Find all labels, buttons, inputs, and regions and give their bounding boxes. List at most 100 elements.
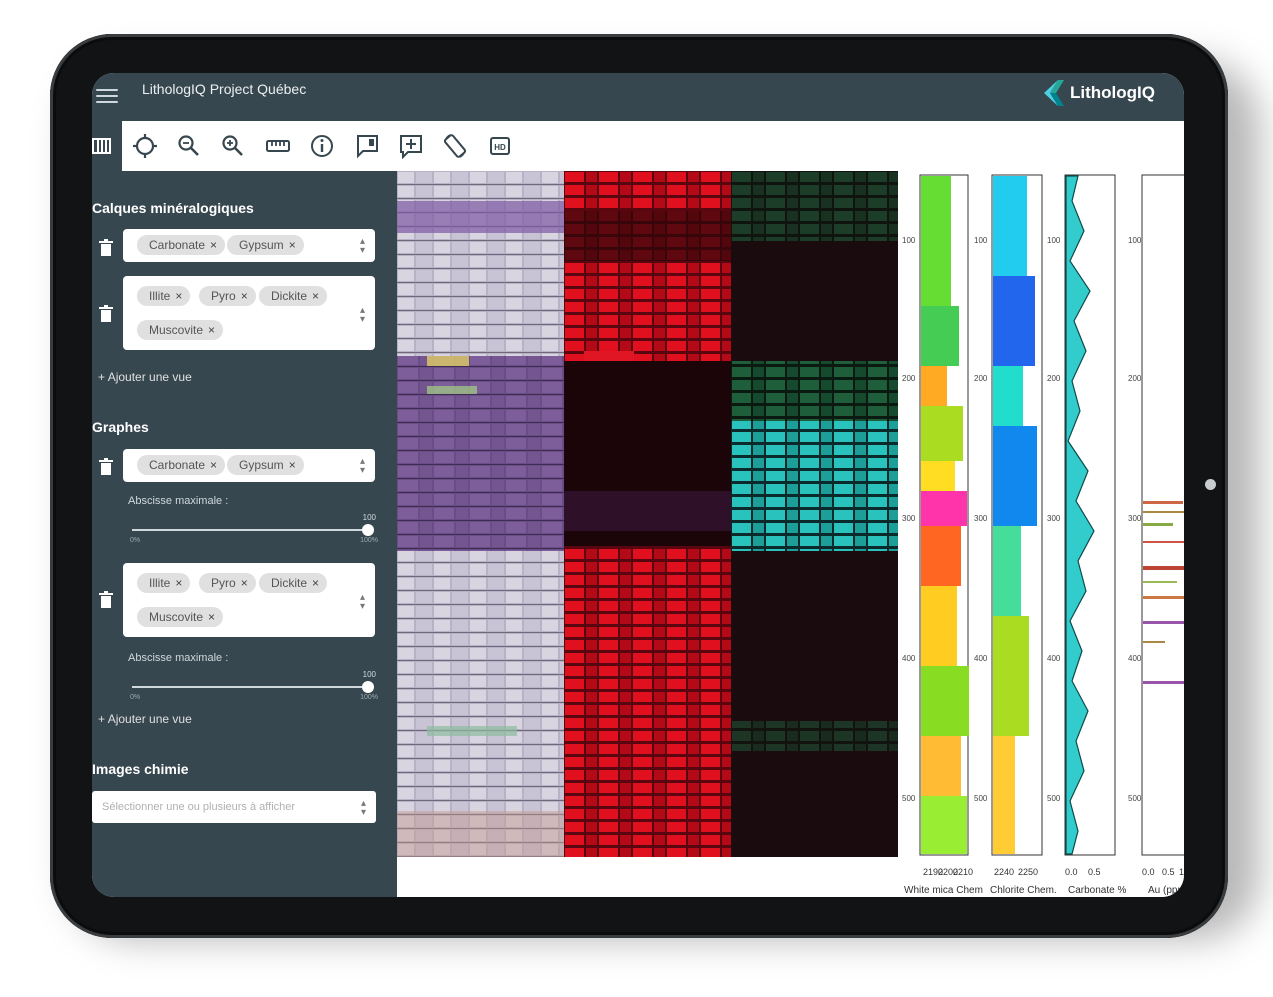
svg-text:200: 200	[902, 374, 916, 383]
brand-logo: LithologIQ	[1036, 76, 1176, 110]
trash-icon[interactable]	[98, 239, 114, 257]
zoom-in-icon[interactable]	[218, 131, 248, 161]
toolbar: HD	[92, 121, 1184, 171]
core-image-natural[interactable]	[397, 171, 564, 857]
brand-name: LithologIQ	[1070, 83, 1155, 102]
slider-max: 100%	[360, 537, 378, 544]
add-layer-view-button[interactable]: + Ajouter une vue	[98, 370, 192, 384]
chip-gypsum[interactable]: Gypsum ×	[227, 235, 304, 255]
chip-illite[interactable]: Illite ×	[137, 573, 191, 593]
slider-label: Abscisse maximale :	[128, 652, 229, 664]
slider-value: 100	[362, 670, 376, 679]
info-icon[interactable]	[307, 131, 337, 161]
rotate-icon[interactable]	[440, 131, 470, 161]
hamburger-menu-icon[interactable]	[96, 85, 118, 105]
graphs-section-title: Graphes	[92, 419, 149, 435]
chip-remove-icon[interactable]: ×	[208, 610, 215, 624]
graph-select-1[interactable]: Carbonate × Gypsum × ▴ ▾	[123, 449, 375, 482]
top-bar: LithologIQ Project Québec LithologIQ	[92, 73, 1184, 121]
zoom-out-icon[interactable]	[174, 131, 204, 161]
chip-gypsum[interactable]: Gypsum ×	[227, 455, 304, 475]
chem-section-title: Images chimie	[92, 761, 189, 777]
chip-remove-icon[interactable]: ×	[241, 576, 248, 590]
svg-text:300: 300	[1128, 514, 1142, 523]
chip-carbonate[interactable]: Carbonate ×	[137, 235, 226, 255]
svg-text:100: 100	[1128, 236, 1142, 245]
crosshair-icon[interactable]	[130, 131, 160, 161]
chip-dickite[interactable]: Dickite ×	[259, 286, 328, 306]
well-log-tracks: 2190 2200 2210 White mica Chem 100 200 3…	[902, 171, 1184, 897]
chevron-updown-icon[interactable]: ▴ ▾	[361, 799, 366, 818]
camera-dot	[1205, 479, 1216, 490]
slider-min: 0%	[130, 537, 141, 544]
chip-dickite[interactable]: Dickite ×	[259, 573, 328, 593]
chevron-updown-icon[interactable]: ▴ ▾	[360, 237, 365, 256]
trash-icon[interactable]	[98, 305, 114, 323]
chevron-updown-icon[interactable]: ▴ ▾	[360, 593, 365, 612]
hd-icon[interactable]: HD	[485, 131, 515, 161]
track-xlabel: Carbonate %	[1068, 885, 1126, 896]
trash-icon[interactable]	[98, 458, 114, 476]
svg-text:400: 400	[902, 654, 916, 663]
core-image-red-channel[interactable]	[564, 171, 731, 857]
track-xlabel: White mica Chem	[904, 885, 983, 896]
svg-text:400: 400	[1128, 654, 1142, 663]
chip-remove-icon[interactable]: ×	[210, 458, 217, 472]
chip-carbonate[interactable]: Carbonate ×	[137, 455, 226, 475]
chip-remove-icon[interactable]: ×	[175, 576, 182, 590]
slider-handle[interactable]	[362, 681, 374, 693]
chip-remove-icon[interactable]: ×	[210, 238, 217, 252]
svg-text:0.0: 0.0	[1065, 867, 1078, 877]
core-image-chem-channel[interactable]	[731, 171, 898, 857]
abscissa-slider[interactable]: 100 0% 100%	[130, 513, 378, 544]
app-title: LithologIQ Project Québec	[142, 81, 307, 97]
app-screen: LithologIQ Project Québec LithologIQ HD …	[92, 73, 1184, 897]
chip-remove-icon[interactable]: ×	[312, 289, 319, 303]
abscissa-slider[interactable]: 100 0% 100%	[130, 670, 378, 701]
ruler-icon[interactable]	[263, 131, 293, 161]
chip-pyro[interactable]: Pyro ×	[199, 286, 256, 306]
svg-text:100: 100	[902, 236, 916, 245]
svg-text:HD: HD	[494, 143, 506, 152]
svg-text:100: 100	[974, 236, 988, 245]
chip-remove-icon[interactable]: ×	[208, 323, 215, 337]
svg-text:500: 500	[974, 794, 988, 803]
chip-muscovite[interactable]: Muscovite ×	[137, 320, 224, 340]
layer-select-1[interactable]: Carbonate × Gypsum × ▴ ▾	[123, 229, 375, 262]
svg-text:300: 300	[1047, 514, 1061, 523]
chip-remove-icon[interactable]: ×	[289, 238, 296, 252]
chem-images-select[interactable]: Sélectionner une ou plusieurs à afficher…	[92, 791, 376, 823]
chip-remove-icon[interactable]: ×	[241, 289, 248, 303]
chip-illite[interactable]: Illite ×	[137, 286, 191, 306]
svg-text:100: 100	[1047, 236, 1061, 245]
svg-text:0.5: 0.5	[1162, 867, 1175, 877]
chip-remove-icon[interactable]: ×	[312, 576, 319, 590]
columns-icon[interactable]	[92, 136, 112, 156]
svg-text:500: 500	[902, 794, 916, 803]
layer-select-2[interactable]: Illite × Pyro × Dickite × Muscovite × ▴ ▾	[123, 276, 375, 350]
slider-value: 100	[362, 513, 376, 522]
svg-text:1: 1	[1179, 867, 1184, 877]
svg-text:200: 200	[1128, 374, 1142, 383]
chip-muscovite[interactable]: Muscovite ×	[137, 607, 224, 627]
graph-select-2[interactable]: Illite × Pyro × Dickite × Muscovite × ▴ ▾	[123, 563, 375, 637]
chevron-updown-icon[interactable]: ▴ ▾	[360, 457, 365, 476]
svg-text:500: 500	[1128, 794, 1142, 803]
sidebar: Calques minéralogiques Carbonate × Gypsum…	[92, 171, 397, 897]
slider-label: Abscisse maximale :	[128, 495, 229, 507]
chevron-updown-icon[interactable]: ▴ ▾	[360, 306, 365, 325]
chip-remove-icon[interactable]: ×	[175, 289, 182, 303]
chip-pyro[interactable]: Pyro ×	[199, 573, 256, 593]
chip-remove-icon[interactable]: ×	[289, 458, 296, 472]
trash-icon[interactable]	[98, 591, 114, 609]
slider-handle[interactable]	[362, 524, 374, 536]
add-box-icon[interactable]	[396, 131, 426, 161]
track-xlabel: Chlorite Chem.	[990, 885, 1057, 896]
layers-section-title: Calques minéralogiques	[92, 200, 254, 216]
slider-max: 100%	[360, 694, 378, 701]
svg-text:2210: 2210	[953, 867, 973, 877]
add-graph-view-button[interactable]: + Ajouter une vue	[98, 712, 192, 726]
svg-text:200: 200	[1047, 374, 1061, 383]
comment-icon[interactable]	[352, 131, 382, 161]
svg-text:2250: 2250	[1018, 867, 1038, 877]
